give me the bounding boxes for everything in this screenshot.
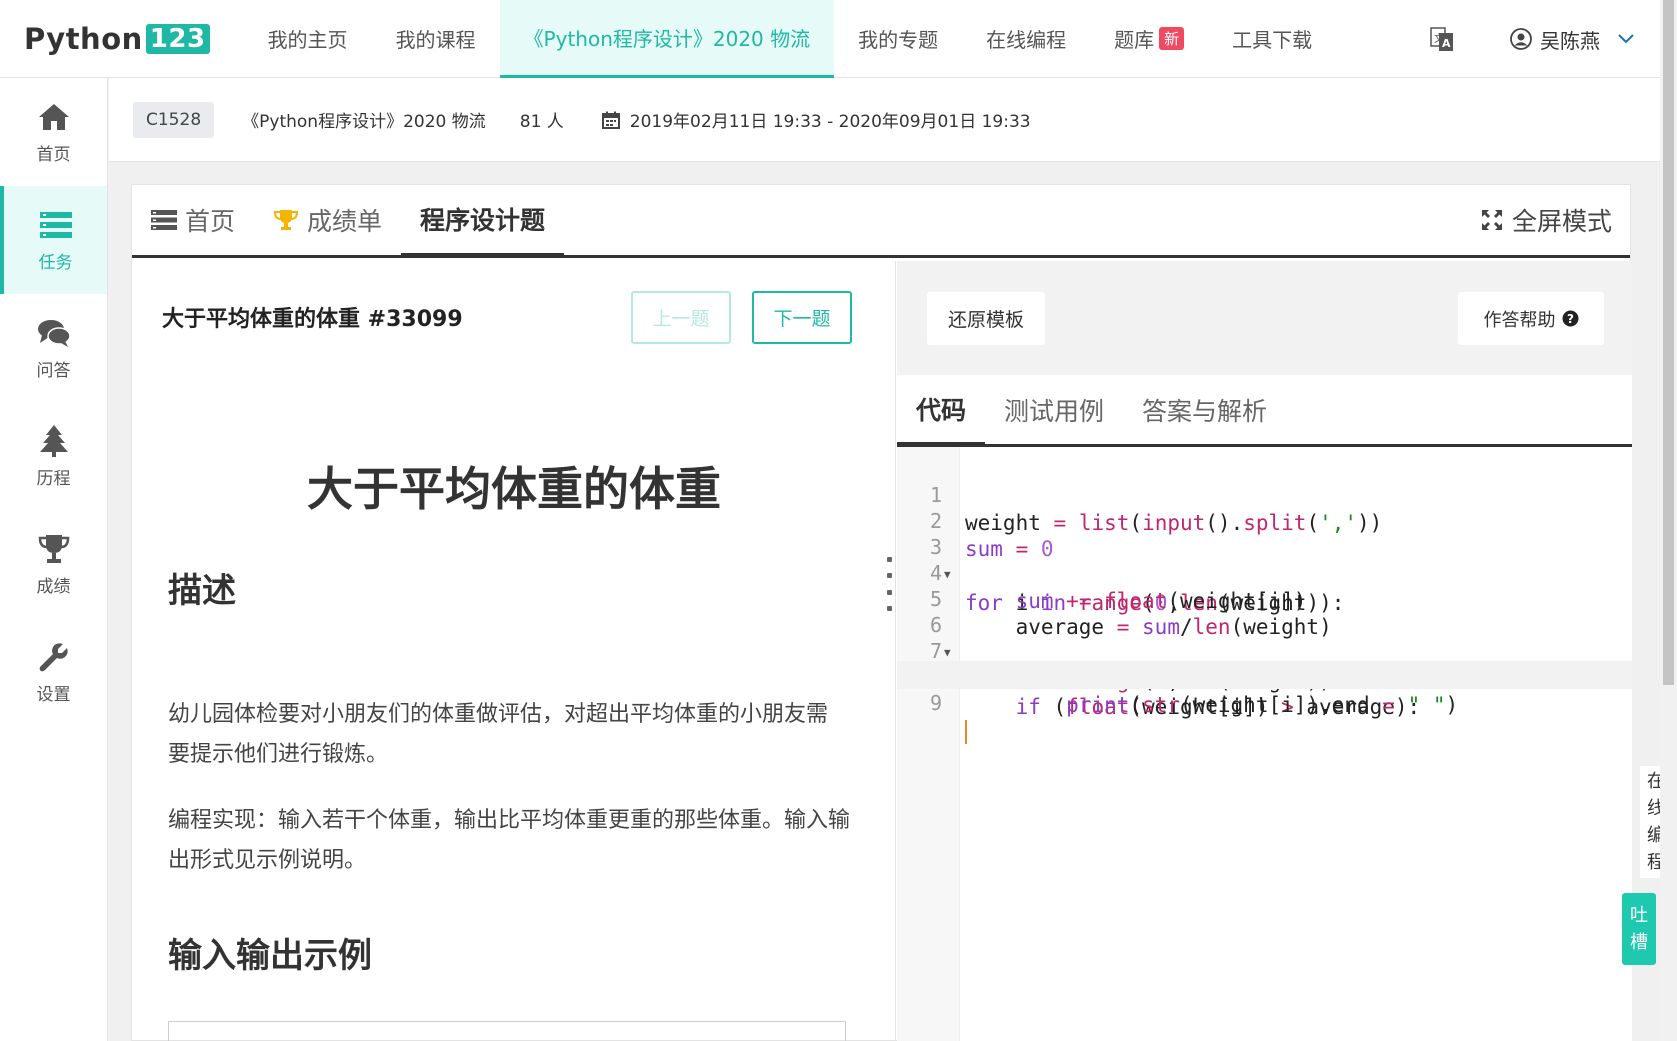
line-number: 9 — [929, 691, 942, 715]
home-icon — [38, 103, 69, 130]
user-name[interactable]: 吴陈燕 — [1540, 25, 1600, 54]
answer-help-label: 作答帮助 — [1483, 309, 1556, 331]
nav-my-courses[interactable]: 我的课程 — [372, 0, 500, 78]
sidebar-item-tasks[interactable]: 任务 — [0, 186, 107, 294]
sidebar-item-label: 任务 — [38, 252, 73, 273]
expand-icon — [1481, 210, 1502, 230]
course-period: 2019年02月11日 19:33 - 2020年09月01日 19:33 — [629, 112, 1031, 132]
sidebar-item-settings[interactable]: 设置 — [0, 618, 107, 726]
nav-tools-download[interactable]: 工具下载 — [1208, 0, 1336, 78]
answer-help-button[interactable]: 作答帮助 ? — [1458, 292, 1604, 345]
question-circle-icon: ? — [1562, 310, 1578, 327]
tab-grades-label: 成绩单 — [307, 207, 383, 236]
course-name: 《Python程序设计》2020 物流 — [242, 112, 486, 132]
code-line[interactable]: 3 ▼ for i in range(0,len(weight)): — [897, 505, 1632, 615]
code-line[interactable]: 2 sum = 0 — [897, 479, 1632, 561]
requirement-paragraph: 编程实现：输入若干个体重，输出比平均体重更重的那些体重。输入输出形式见示例说明。 — [168, 808, 851, 873]
resize-handle[interactable] — [887, 557, 893, 611]
io-example-table: 输入 输出 — [168, 1021, 846, 1041]
tab-grades[interactable]: 成绩单 — [254, 185, 401, 255]
description-paragraph: 幼儿园体检要对小朋友们的体重做评估，对超出平均体重的小朋友需要提示他们进行锻炼。 — [168, 702, 829, 767]
sidebar-item-label: 历程 — [36, 468, 71, 489]
calendar-icon — [601, 111, 620, 129]
float-char: 槽 — [1630, 932, 1648, 953]
sidebar-item-qa[interactable]: 问答 — [0, 294, 107, 402]
io-example-heading: 输入输出示例 — [168, 936, 372, 976]
wrench-icon — [39, 642, 68, 671]
logo[interactable]: Python 123 — [24, 22, 210, 56]
code-line[interactable]: 7 ▼ if (float(weight[i]) > average): — [897, 609, 1632, 719]
nav-question-bank-label: 题库 — [1114, 28, 1155, 52]
code-editor-panel: 还原模板 作答帮助 ? 代码 测试用例 答案与解析 1 weight = lis… — [897, 261, 1632, 1041]
problem-title: 大于平均体重的体重 — [307, 462, 721, 516]
svg-text:?: ? — [1567, 312, 1574, 326]
tree-icon — [39, 424, 68, 457]
code-line[interactable]: 1 weight = list(input().split(',')) — [897, 453, 1632, 535]
sidebar-item-label: 成绩 — [36, 576, 71, 597]
sidebar-item-label: 问答 — [36, 360, 71, 381]
reset-template-button[interactable]: 还原模板 — [927, 292, 1045, 345]
code-line[interactable]: 5 average = sum/len(weight) — [897, 557, 1632, 639]
nav-my-home[interactable]: 我的主页 — [244, 0, 372, 78]
svg-text:A: A — [1442, 37, 1451, 50]
course-code: C1528 — [133, 101, 215, 138]
user-icon — [1510, 28, 1532, 50]
course-info-bar: C1528 《Python程序设计》2020 物流 81 人 2019年02月1… — [109, 78, 1660, 162]
nav-online-coding[interactable]: 在线编程 — [962, 0, 1090, 78]
code-line[interactable]: 9 — [897, 661, 1632, 744]
translate-icon[interactable]: 文 A — [1428, 25, 1456, 53]
tab-home-label: 首页 — [185, 207, 236, 236]
sidebar: 首页 任务 问答 历程 成绩 设置 — [0, 78, 108, 1041]
panel-tabs: 首页 成绩单 程序设计题 全屏模式 — [132, 185, 1630, 258]
tab-programming[interactable]: 程序设计题 — [401, 185, 565, 258]
text-cursor — [965, 720, 967, 744]
tab-home[interactable]: 首页 — [132, 185, 254, 255]
nav-question-bank[interactable]: 题库 新 — [1090, 0, 1208, 78]
io-output-header: 输出 — [507, 1022, 845, 1041]
problem-panel: 大于平均体重的体重 #33099 上一题 下一题 大于平均体重的体重 描述 幼儿… — [132, 261, 896, 1041]
comments-icon — [37, 319, 71, 347]
code-area[interactable]: 1 weight = list(input().split(',')) 2 su… — [897, 447, 1632, 1041]
problem-header: 大于平均体重的体重 #33099 — [162, 307, 463, 332]
editor-tabs: 代码 测试用例 答案与解析 — [897, 375, 1632, 447]
editor-toolbar: 还原模板 作答帮助 ? — [897, 261, 1632, 375]
new-badge: 新 — [1159, 27, 1185, 50]
chevron-down-icon[interactable] — [1618, 34, 1634, 44]
tab-code[interactable]: 代码 — [897, 376, 986, 447]
sidebar-item-label: 首页 — [36, 144, 71, 165]
sidebar-item-scores[interactable]: 成绩 — [0, 510, 107, 618]
prev-question-button[interactable]: 上一题 — [631, 291, 731, 344]
logo-text: Python — [24, 21, 143, 56]
fullscreen-label: 全屏模式 — [1511, 207, 1612, 236]
float-char: 吐 — [1630, 905, 1648, 926]
nav-current-course[interactable]: 《Python程序设计》2020 物流 — [499, 0, 835, 78]
top-navbar: Python 123 我的主页 我的课程 《Python程序设计》2020 物流 … — [0, 0, 1660, 78]
sidebar-item-label: 设置 — [36, 684, 71, 705]
trophy-icon — [38, 534, 69, 563]
next-question-button[interactable]: 下一题 — [752, 291, 852, 344]
logo-number: 123 — [145, 23, 210, 54]
description-heading: 描述 — [168, 571, 236, 611]
sidebar-item-history[interactable]: 历程 — [0, 402, 107, 510]
nav-my-topics[interactable]: 我的专题 — [834, 0, 962, 78]
tab-test-cases[interactable]: 测试用例 — [985, 376, 1123, 444]
code-line[interactable]: 4 sum += float(weight[i]) — [897, 531, 1632, 613]
course-member-count: 81 人 — [519, 112, 564, 132]
sidebar-item-home[interactable]: 首页 — [0, 78, 107, 186]
code-line[interactable]: 6 ▼ for i in range(0,len(weight)): — [897, 583, 1632, 693]
io-input-header: 输入 — [169, 1022, 507, 1041]
fullscreen-button[interactable]: 全屏模式 — [1480, 185, 1612, 255]
scrollbar-thumb[interactable] — [1663, 0, 1674, 685]
trophy-icon — [274, 210, 299, 230]
tasks-icon — [39, 211, 72, 238]
code-line[interactable]: 8 print(str(weight[i]),end = " ") — [897, 635, 1632, 717]
main-panel: 首页 成绩单 程序设计题 全屏模式 大于平均体重的体重 #33099 上一题 下… — [131, 184, 1632, 1041]
page-scrollbar[interactable] — [1660, 0, 1677, 1041]
tab-answer-analysis[interactable]: 答案与解析 — [1123, 376, 1286, 444]
list-icon — [151, 210, 177, 230]
feedback-float-button[interactable]: 吐 槽 — [1622, 893, 1656, 965]
